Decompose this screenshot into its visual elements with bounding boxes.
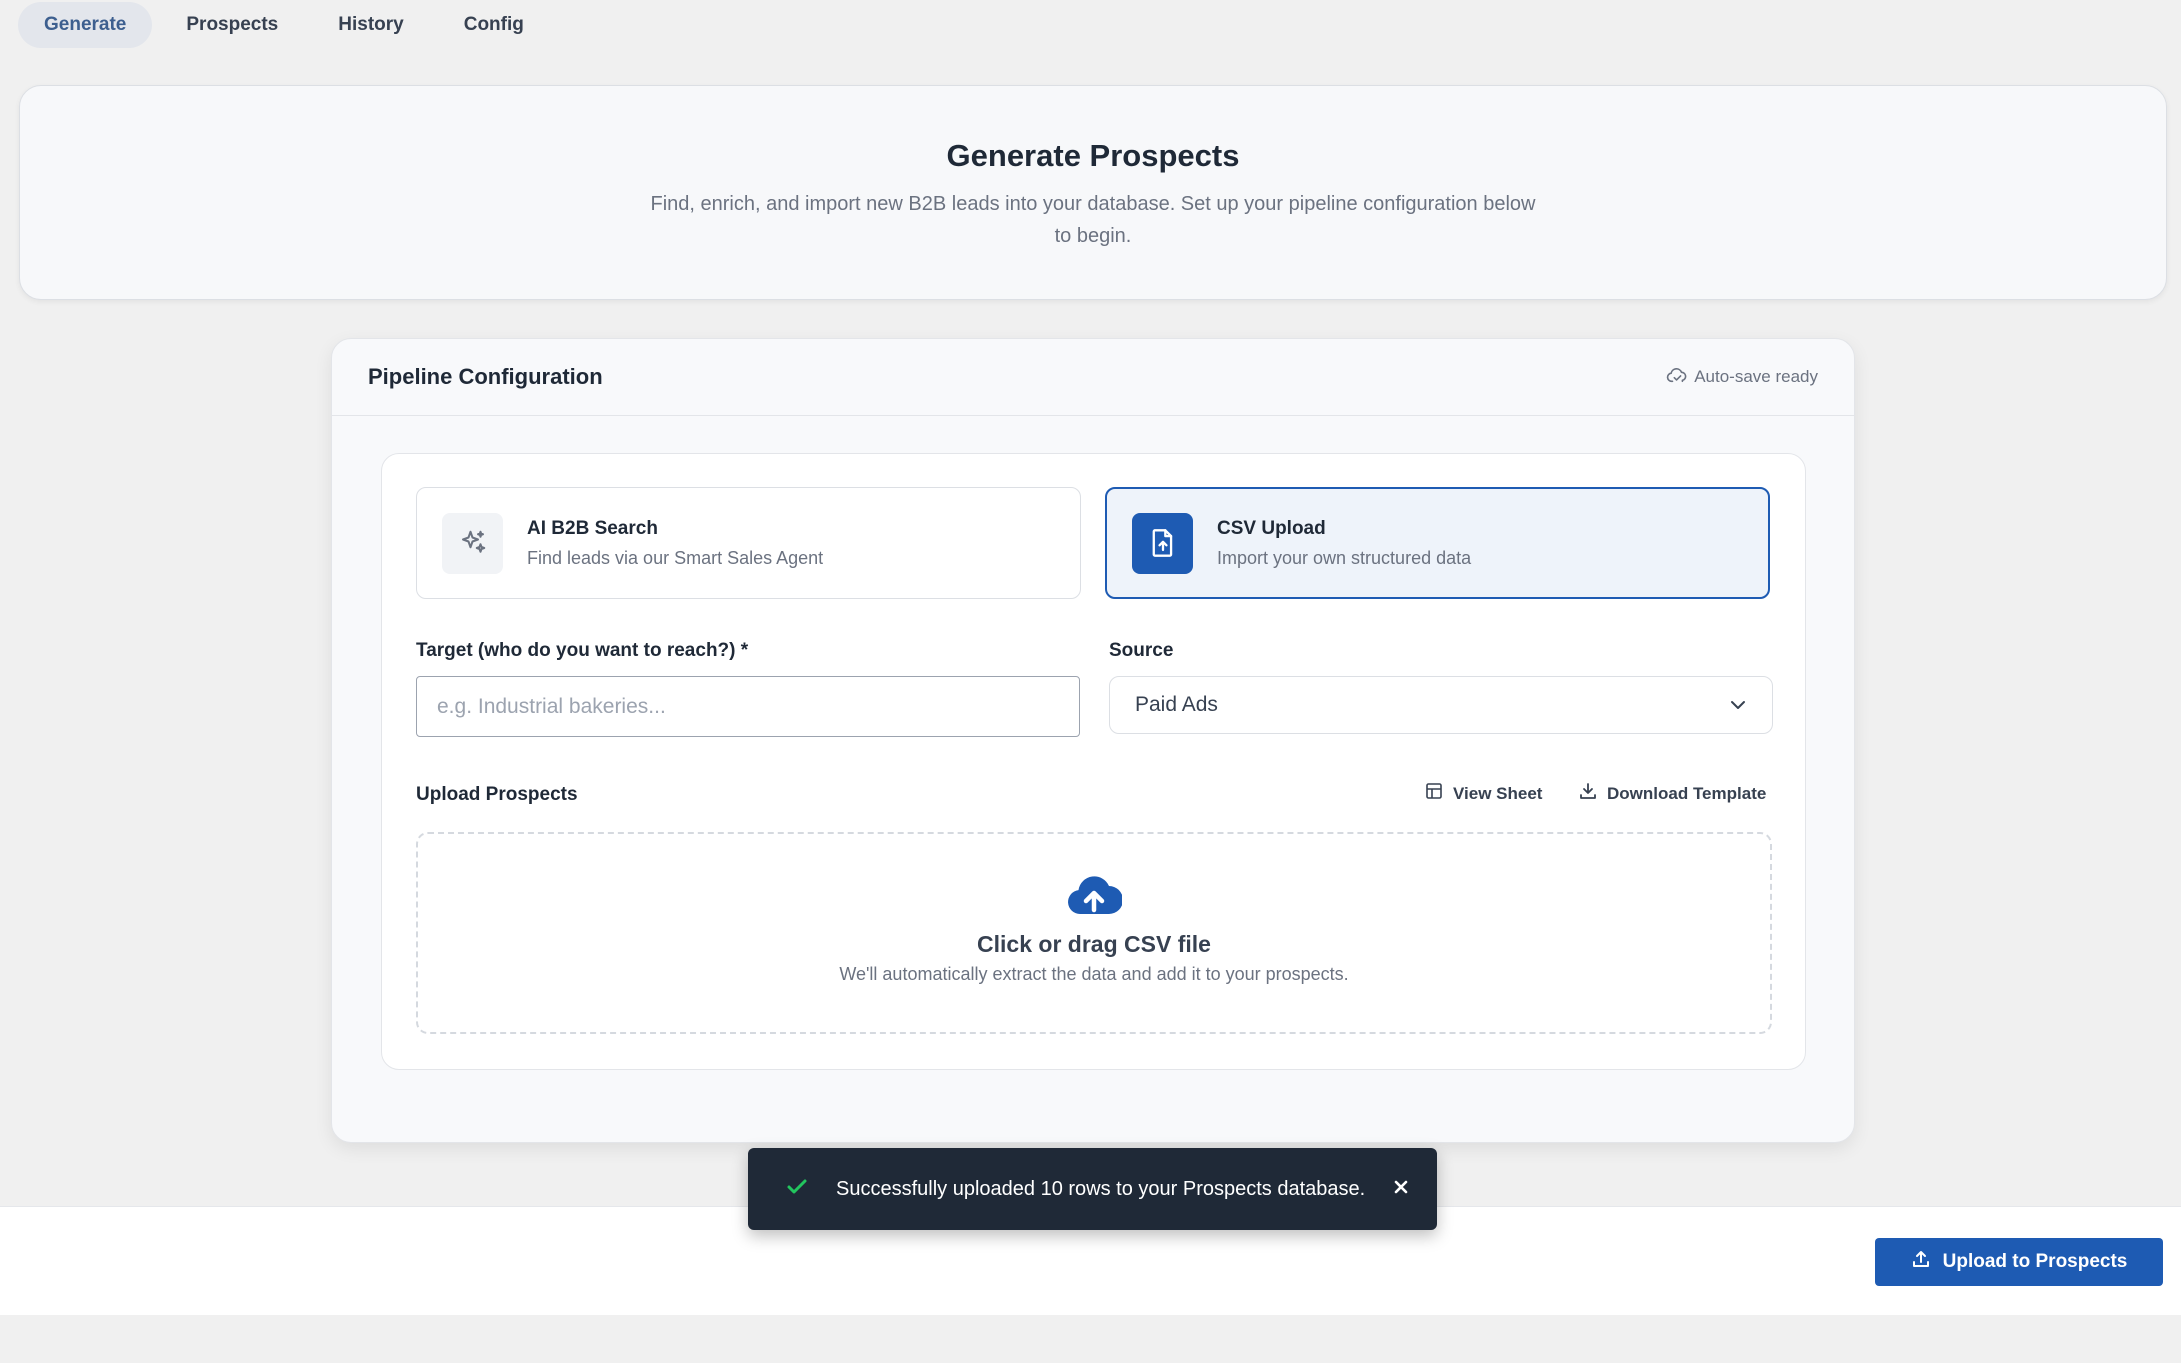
- file-upload-icon: [1132, 512, 1193, 574]
- hero-card: Generate Prospects Find, enrich, and imp…: [19, 85, 2167, 300]
- chevron-down-icon: [1729, 693, 1747, 717]
- config-card: AI B2B Search Find leads via our Smart S…: [381, 453, 1806, 1070]
- tab-prospects[interactable]: Prospects: [160, 2, 304, 48]
- option-subtitle: Find leads via our Smart Sales Agent: [527, 547, 824, 568]
- option-csv-upload[interactable]: CSV Upload Import your own structured da…: [1105, 487, 1770, 599]
- option-title: CSV Upload: [1217, 517, 1326, 539]
- dropzone-title: Click or drag CSV file: [977, 931, 1211, 957]
- upload-to-prospects-button[interactable]: Upload to Prospects: [1875, 1238, 2163, 1286]
- view-sheet-button[interactable]: View Sheet: [1425, 782, 1542, 805]
- check-icon: [786, 1178, 808, 1201]
- download-template-label: Download Template: [1607, 783, 1767, 803]
- option-subtitle: Import your own structured data: [1217, 547, 1472, 568]
- source-label: Source: [1109, 640, 1174, 661]
- upload-icon: [1911, 1249, 1931, 1275]
- table-icon: [1425, 782, 1443, 805]
- cloud-check-icon: [1666, 366, 1688, 389]
- sparkles-icon: [442, 512, 503, 574]
- cloud-upload-icon: [418, 874, 1770, 921]
- panel-header: Pipeline Configuration Auto-save ready: [332, 339, 1854, 416]
- page-description: Find, enrich, and import new B2B leads i…: [650, 193, 1536, 247]
- close-icon[interactable]: [1393, 1179, 1409, 1200]
- upload-button-label: Upload to Prospects: [1942, 1251, 2128, 1272]
- upload-prospects-label: Upload Prospects: [416, 784, 578, 805]
- target-label: Target (who do you want to reach?) *: [416, 640, 749, 661]
- source-value: Paid Ads: [1135, 693, 1218, 716]
- success-toast: Successfully uploaded 10 rows to your Pr…: [748, 1148, 1437, 1230]
- source-select[interactable]: Paid Ads: [1109, 676, 1773, 734]
- option-title: AI B2B Search: [527, 517, 658, 539]
- target-input[interactable]: [416, 676, 1080, 737]
- panel-title: Pipeline Configuration: [368, 364, 603, 389]
- page-title: Generate Prospects: [946, 138, 1240, 173]
- top-nav: Generate Prospects History Config: [18, 2, 550, 48]
- option-ai-b2b-search[interactable]: AI B2B Search Find leads via our Smart S…: [416, 487, 1081, 599]
- autosave-label: Auto-save ready: [1694, 367, 1818, 386]
- dropzone-subtitle: We'll automatically extract the data and…: [839, 964, 1349, 984]
- tab-config[interactable]: Config: [438, 2, 550, 48]
- tab-history[interactable]: History: [312, 2, 429, 48]
- pipeline-config-panel: Pipeline Configuration Auto-save ready A…: [331, 338, 1855, 1143]
- download-icon: [1579, 782, 1597, 805]
- view-sheet-label: View Sheet: [1453, 783, 1543, 803]
- download-template-button[interactable]: Download Template: [1579, 782, 1766, 805]
- toast-message: Successfully uploaded 10 rows to your Pr…: [836, 1177, 1366, 1200]
- tab-generate[interactable]: Generate: [18, 2, 153, 48]
- autosave-status: Auto-save ready: [1666, 366, 1818, 389]
- csv-dropzone[interactable]: Click or drag CSV file We'll automatical…: [416, 832, 1772, 1034]
